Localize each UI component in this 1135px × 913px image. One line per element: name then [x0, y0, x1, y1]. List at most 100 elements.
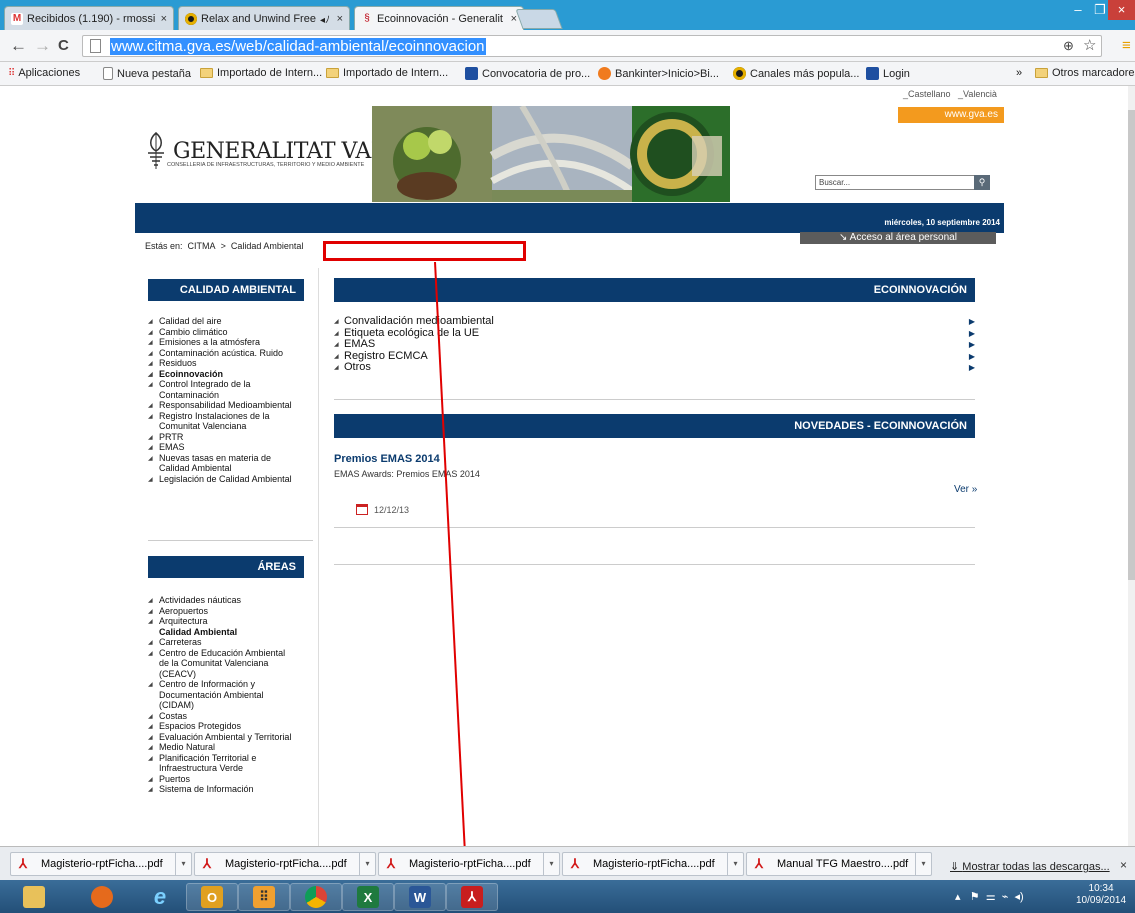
search-button[interactable]: ⚲ [974, 175, 990, 190]
news-more-link[interactable]: Ver » [954, 484, 977, 495]
bookmark-bankinter[interactable]: Bankinter>Inicio>Bi... [598, 67, 719, 80]
sidebar-item-nuevas-tasas-cont[interactable]: Calidad Ambiental [148, 463, 313, 474]
sidebar-item-legislacion[interactable]: ◢ Legislación de Calidad Ambiental [148, 474, 313, 485]
area-item-current[interactable]: Calidad Ambiental [148, 627, 313, 638]
breadcrumb-citma-link[interactable]: CITMA [188, 241, 216, 251]
close-tab-icon[interactable]: × [511, 13, 517, 25]
area-item[interactable]: ◢ Centro de Información y [148, 679, 313, 690]
bookmark-apps[interactable]: ⠿ Aplicaciones [8, 67, 80, 79]
breadcrumb-calidad-link[interactable]: Calidad Ambiental [231, 241, 304, 251]
main-item-etiqueta-ecologica[interactable]: ◢ Etiqueta ecológica de la UE ▶ [334, 327, 975, 340]
taskbar-outlook[interactable]: O [186, 883, 238, 911]
acceso-area-personal-button[interactable]: ↘ Acceso al área personal [800, 232, 996, 244]
tab-gmail[interactable]: M Recibidos (1.190) - rmossi × [4, 6, 174, 30]
area-item[interactable]: ◢ Carreteras [148, 637, 313, 648]
lang-castellano-link[interactable]: _Castellano [903, 89, 951, 99]
new-tab-button[interactable] [515, 9, 563, 29]
bookmark-convocatoria[interactable]: Convocatoria de pro... [465, 67, 590, 80]
main-item-otros[interactable]: ◢ Otros ▶ [334, 361, 975, 374]
sidebar-item-registro-instalaciones-cont[interactable]: Comunitat Valenciana [148, 421, 313, 432]
url-text[interactable]: www.citma.gva.es/web/calidad-ambiental/e… [110, 38, 486, 55]
area-item[interactable]: ◢ Espacios Protegidos [148, 721, 313, 732]
area-item[interactable]: ◢ Arquitectura [148, 616, 313, 627]
reload-icon[interactable]: C [58, 37, 69, 55]
restore-button[interactable]: ❐ [1093, 0, 1107, 20]
main-item-emas[interactable]: ◢ EMAS ▶ [334, 338, 975, 351]
area-item[interactable]: ◢ Planificación Territorial e [148, 753, 313, 764]
power-icon[interactable]: ⌁ [1002, 891, 1009, 903]
area-item-cont[interactable]: Infraestructura Verde [148, 763, 313, 774]
area-item[interactable]: ◢ Puertos [148, 774, 313, 785]
close-tab-icon[interactable]: × [161, 13, 167, 25]
show-all-downloads-link[interactable]: ⇓ Mostrar todas las descargas... [950, 860, 1110, 873]
star-icon[interactable]: ☆ [1083, 37, 1096, 55]
close-window-button[interactable]: × [1108, 0, 1135, 20]
sidebar-item-residuos[interactable]: ◢ Residuos [148, 358, 313, 369]
chevron-down-icon[interactable]: ▾ [359, 853, 375, 875]
gva-link[interactable]: www.gva.es [898, 107, 1004, 123]
area-item-cont[interactable]: Documentación Ambiental [148, 690, 313, 701]
area-item[interactable]: ◢ Centro de Educación Ambiental [148, 648, 313, 659]
menu-icon[interactable]: ≡ [1122, 37, 1131, 55]
sidebar-item-control-integrado[interactable]: ◢ Control Integrado de la [148, 379, 313, 390]
download-item[interactable]: ⅄ Magisterio-rptFicha....pdf ▾ [194, 852, 376, 876]
area-item[interactable]: ◢ Medio Natural [148, 742, 313, 753]
chevron-down-icon[interactable]: ▾ [175, 853, 191, 875]
tab-ecoinnovacion[interactable]: § Ecoinnovación - Generalit × [354, 6, 524, 30]
search-input[interactable]: Buscar... [815, 175, 990, 190]
download-item[interactable]: ⅄ Magisterio-rptFicha....pdf ▾ [378, 852, 560, 876]
sidebar-item-emisiones[interactable]: ◢ Emisiones a la atmósfera [148, 337, 313, 348]
sidebar-item-cambio-climatico[interactable]: ◢ Cambio climático [148, 327, 313, 338]
main-item-registro-ecmca[interactable]: ◢ Registro ECMCA ▶ [334, 350, 975, 363]
bookmark-new-tab[interactable]: Nueva pestaña [103, 67, 191, 80]
download-item[interactable]: ⅄ Magisterio-rptFicha....pdf ▾ [562, 852, 744, 876]
taskbar-explorer[interactable] [8, 883, 60, 911]
taskbar-chrome[interactable] [290, 883, 342, 911]
more-bookmarks-button[interactable]: » [1016, 67, 1022, 79]
bookmark-folder-1[interactable]: Importado de Intern... [200, 67, 322, 79]
taskbar-firefox[interactable] [76, 883, 128, 911]
area-item[interactable]: ◢ Aeropuertos [148, 606, 313, 617]
download-item[interactable]: ⅄ Magisterio-rptFicha....pdf ▾ [10, 852, 192, 876]
sidebar-item-emas[interactable]: ◢ EMAS [148, 442, 313, 453]
area-item-cont[interactable]: (CEACV) [148, 669, 313, 680]
chevron-down-icon[interactable]: ▾ [727, 853, 743, 875]
minimize-button[interactable]: – [1064, 0, 1092, 20]
sidebar-item-nuevas-tasas[interactable]: ◢ Nuevas tasas en materia de [148, 453, 313, 464]
area-item[interactable]: ◢ Sistema de Información [148, 784, 313, 795]
zoom-icon[interactable]: ⊕ [1063, 37, 1074, 55]
sidebar-item-registro-instalaciones[interactable]: ◢ Registro Instalaciones de la [148, 411, 313, 422]
bookmark-folder-2[interactable]: Importado de Intern... [326, 67, 448, 79]
taskbar-acrobat[interactable]: ⅄ [446, 883, 498, 911]
volume-icon[interactable]: ◂) [1014, 891, 1023, 903]
back-icon[interactable]: ← [10, 37, 27, 55]
download-item[interactable]: ⅄ Manual TFG Maestro....pdf ▾ [746, 852, 932, 876]
scrollbar-thumb[interactable] [1128, 110, 1135, 580]
close-tab-icon[interactable]: × [337, 13, 343, 25]
bookmark-other[interactable]: Otros marcadores [1035, 67, 1135, 79]
tab-relax[interactable]: Relax and Unwind Free ◂ﾉ × [178, 6, 350, 30]
bookmark-canales[interactable]: Canales más popula... [733, 67, 859, 80]
tray-up-arrow-icon[interactable]: ▴ [955, 891, 961, 903]
sidebar-item-control-integrado-cont[interactable]: Contaminación [148, 390, 313, 401]
clock[interactable]: 10:34 10/09/2014 [1076, 883, 1126, 907]
flag-icon[interactable]: ⚑ [970, 891, 980, 903]
area-item-cont[interactable]: de la Comunitat Valenciana [148, 658, 313, 669]
area-item-cont[interactable]: (CIDAM) [148, 700, 313, 711]
sidebar-item-contaminacion-acustica[interactable]: ◢ Contaminación acústica. Ruido [148, 348, 313, 359]
taskbar-excel[interactable]: X [342, 883, 394, 911]
sidebar-item-ecoinnovacion[interactable]: ◢ Ecoinnovación [148, 369, 313, 380]
lang-valencia-link[interactable]: _Valencià [958, 89, 997, 99]
sidebar-item-calidad-aire[interactable]: ◢ Calidad del aire [148, 316, 313, 327]
sidebar-item-prtr[interactable]: ◢ PRTR [148, 432, 313, 443]
area-item[interactable]: ◢ Costas [148, 711, 313, 722]
network-icon[interactable]: ⚌ [986, 891, 996, 903]
area-item[interactable]: ◢ Actividades náuticas [148, 595, 313, 606]
chevron-down-icon[interactable]: ▾ [543, 853, 559, 875]
bookmark-login[interactable]: Login [866, 67, 910, 80]
taskbar-word[interactable]: W [394, 883, 446, 911]
chevron-down-icon[interactable]: ▾ [915, 853, 931, 875]
forward-icon[interactable]: → [34, 37, 51, 55]
area-item[interactable]: ◢ Evaluación Ambiental y Territorial [148, 732, 313, 743]
close-downloads-button[interactable]: × [1120, 858, 1127, 872]
